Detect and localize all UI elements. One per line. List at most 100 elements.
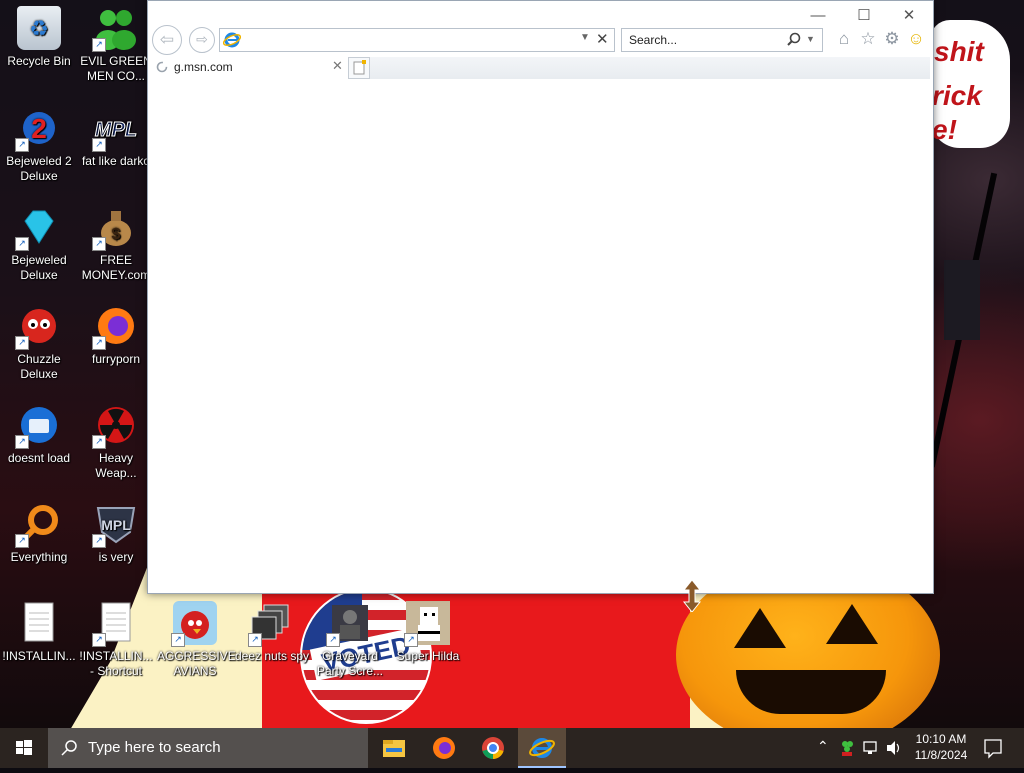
forward-arrow-icon: ⇨ [196, 31, 208, 47]
new-tab-button[interactable] [348, 57, 370, 79]
recycle-bin-icon: ♻ [17, 6, 61, 50]
text-file-icon: ↗ [92, 601, 138, 647]
wallpaper-tower [944, 260, 980, 340]
internet-explorer-icon [529, 738, 555, 758]
desktop-icon-installing-shortcut[interactable]: ↗ !INSTALLIN... - Shortcut [78, 601, 154, 679]
shortcut-arrow-icon: ↗ [171, 633, 185, 647]
address-bar[interactable]: ▼ ✕ [219, 28, 615, 52]
shortcut-arrow-icon: ↗ [92, 435, 106, 449]
volume-icon[interactable] [884, 728, 904, 768]
desktop-icon-chuzzle-deluxe[interactable]: ↗ Chuzzle Deluxe [1, 304, 77, 382]
windows-stack-icon: ↗ [248, 601, 294, 647]
desktop-icon-is-very[interactable]: MPL ↗ is very [78, 502, 154, 565]
forward-button[interactable]: ⇨ [189, 27, 215, 53]
desktop-icon-fat-like-darko[interactable]: MPL ↗ fat like darko [78, 106, 154, 169]
desktop-icon-furryporn[interactable]: ↗ furryporn [78, 304, 154, 367]
desktop-icon-super-hilda[interactable]: ↗ Super Hilda [390, 601, 466, 664]
search-icon[interactable] [786, 32, 802, 48]
svg-text:MPL: MPL [101, 517, 131, 533]
wallpaper-speech-bubble: shit rick e! [930, 20, 1010, 148]
network-icon[interactable] [862, 728, 880, 768]
clover-icon [842, 741, 853, 756]
tab-g-msn[interactable]: g.msn.com ✕ [148, 55, 346, 79]
shortcut-arrow-icon: ↗ [326, 633, 340, 647]
tab-strip [370, 57, 930, 79]
settings-gear-icon[interactable]: ⚙ [882, 29, 902, 49]
desktop-icon-label: !INSTALLIN... [2, 649, 76, 663]
resize-cursor-icon [682, 580, 702, 612]
favorites-star-icon[interactable]: ☆ [858, 29, 878, 49]
notification-button[interactable] [980, 728, 1008, 768]
green-men-icon: ↗ [92, 6, 138, 52]
desktop-icon-recycle-bin[interactable]: ♻ Recycle Bin [1, 6, 77, 69]
desktop-icon-bejeweled-2[interactable]: 2 ↗ Bejeweled 2 Deluxe [1, 106, 77, 184]
desktop-icon-everything[interactable]: ↗ Everything [1, 502, 77, 565]
search-magnifier-icon: ↗ [15, 502, 61, 548]
desktop-icon-free-money[interactable]: $ ↗ FREE MONEY.com [78, 205, 154, 283]
taskbar-file-explorer[interactable] [370, 728, 418, 768]
desktop-icon-label: !INSTALLIN... - Shortcut [79, 649, 153, 678]
desktop-icon-label: fat like darko [81, 154, 151, 168]
desktop-icon-evil-green-men[interactable]: ↗ EVIL GREEN MEN CO... [78, 6, 154, 84]
page-content[interactable] [148, 79, 933, 593]
tray-overflow-button[interactable]: ⌃ [814, 728, 832, 768]
taskbar-chrome[interactable] [469, 728, 517, 768]
desktop-icon-doesnt-load[interactable]: ↗ doesnt load [1, 403, 77, 466]
graveyard-icon: ↗ [326, 601, 372, 647]
shortcut-arrow-icon: ↗ [92, 534, 106, 548]
taskbar-search-box[interactable]: Type here to search [48, 728, 368, 768]
search-icon [61, 740, 77, 756]
desktop-icon-label: Bejeweled 2 Deluxe [6, 154, 72, 183]
mpl-shield-icon: MPL ↗ [92, 502, 138, 548]
file-explorer-icon [383, 740, 405, 757]
address-dropdown-icon[interactable]: ▼ [580, 32, 590, 43]
minimize-button[interactable]: — [798, 5, 838, 27]
desktop-icon-graveyard-party[interactable]: ↗ Graveyard Party Scre... [312, 601, 388, 679]
search-box[interactable]: Search... ▼ [621, 28, 823, 52]
desktop-icon-heavy-weapon[interactable]: ↗ Heavy Weap... [78, 403, 154, 481]
diamond-icon: ↗ [15, 205, 61, 251]
close-button[interactable]: ✕ [889, 5, 929, 27]
shortcut-arrow-icon: ↗ [15, 336, 29, 350]
shortcut-arrow-icon: ↗ [15, 534, 29, 548]
maximize-button[interactable]: ☐ [844, 5, 884, 27]
shortcut-arrow-icon: ↗ [92, 336, 106, 350]
desktop-icon-label: EVIL GREEN MEN CO... [80, 54, 152, 83]
desktop-icon-installing[interactable]: !INSTALLIN... [1, 601, 77, 664]
feedback-smiley-icon[interactable]: ☺ [906, 29, 926, 49]
taskbar-search-placeholder[interactable]: Type here to search [88, 739, 221, 756]
taskbar-clock[interactable]: 10:10 AM 11/8/2024 [910, 728, 972, 768]
search-dropdown-icon[interactable]: ▼ [806, 34, 815, 44]
desktop-icon-label: Super Hilda [396, 649, 460, 663]
desktop-icon-aggressive-avians[interactable]: ↗ AGGRESSIVE AVIANS [157, 601, 236, 679]
windows-logo-icon [16, 740, 32, 755]
radiation-icon: ↗ [92, 403, 138, 449]
taskbar-firefox[interactable] [420, 728, 468, 768]
desktop-icon-bejeweled-deluxe[interactable]: ↗ Bejeweled Deluxe [1, 205, 77, 283]
address-clear-icon[interactable]: ✕ [596, 30, 609, 48]
desktop-icon-label: is very [98, 550, 134, 564]
taskbar-internet-explorer[interactable] [518, 728, 566, 768]
desktop-icon-label: Recycle Bin [7, 54, 71, 68]
taskbar: Type here to search ⌃ 10:10 AM 11/8/2024 [0, 728, 1024, 768]
tray-app-icon[interactable] [838, 728, 856, 768]
chevron-up-icon: ⌃ [817, 738, 829, 754]
back-arrow-icon: ⇦ [159, 30, 175, 49]
loading-spinner-icon [156, 61, 168, 73]
tab-close-icon[interactable]: ✕ [332, 58, 343, 74]
home-icon[interactable]: ⌂ [834, 29, 854, 49]
start-button[interactable] [0, 728, 48, 768]
wallpaper-text-2: rick [932, 80, 982, 111]
desktop-icon-label: Heavy Weap... [95, 451, 137, 480]
mpl-icon: MPL ↗ [92, 106, 138, 152]
search-input[interactable]: Search... [629, 33, 677, 47]
desktop-icon-deez-nuts-spy[interactable]: ↗ deez nuts spy [234, 601, 310, 664]
desktop-icon-label: Everything [10, 550, 68, 564]
svg-text:$: $ [112, 226, 121, 243]
shortcut-arrow-icon: ↗ [15, 237, 29, 251]
desktop-icon-label: furryporn [91, 352, 141, 366]
ie-logo-icon [223, 32, 241, 48]
clock-date: 11/8/2024 [914, 748, 968, 762]
back-button[interactable]: ⇦ [152, 25, 182, 55]
browser-window[interactable]: — ☐ ✕ ⇦ ⇨ ▼ ✕ Search... ▼ ⌂ ☆ ⚙ ☺ g.msn.… [147, 0, 934, 594]
